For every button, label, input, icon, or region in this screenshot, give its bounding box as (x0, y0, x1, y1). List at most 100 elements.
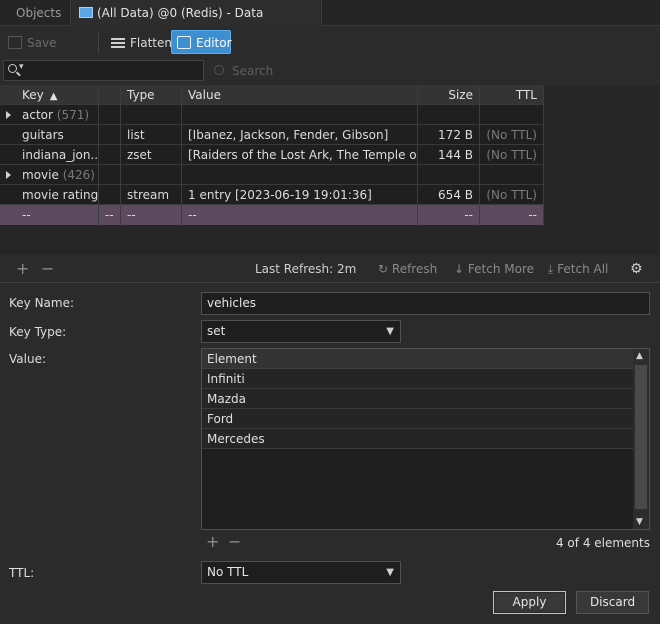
data-table: Key ▲ Type Value Size TTL actor (571) gui… (0, 85, 660, 255)
ttl-select[interactable]: No TTL ▼ (201, 561, 401, 584)
ttl-cell (480, 165, 544, 185)
fetch-all-button[interactable]: ⤓ Fetch All (548, 258, 608, 280)
chevron-down-icon[interactable]: ▼ (636, 517, 643, 527)
apply-button[interactable]: Apply (493, 591, 566, 614)
key-name-label: Key Name: (9, 296, 75, 310)
search-button[interactable]: Search (212, 62, 273, 80)
flatten-label: Flatten (130, 36, 172, 50)
ttl-label: TTL: (9, 566, 35, 580)
list-item[interactable]: Ford (202, 409, 633, 429)
table-row[interactable]: movie (426) (0, 165, 544, 185)
column-type[interactable]: Type (121, 85, 182, 105)
key-type-select[interactable]: set ▼ (201, 320, 401, 343)
ttl-value: No TTL (207, 565, 249, 579)
value-cell: [Ibanez, Jackson, Fender, Gibson] (182, 125, 418, 145)
value-label: Value: (9, 352, 46, 366)
element-column-header[interactable]: Element (202, 349, 633, 369)
fetch-more-button[interactable]: ↓ Fetch More (454, 258, 534, 280)
expand-arrow-icon[interactable] (6, 111, 11, 119)
save-profile-button[interactable]: Save Profile (2, 30, 94, 74)
spacer-cell (99, 125, 121, 145)
tab-data-label: (All Data) @0 (Redis) - Data (97, 6, 264, 20)
ttl-cell (480, 105, 544, 125)
table-row[interactable]: actor (571) (0, 105, 544, 125)
scrollbar-thumb[interactable] (635, 365, 647, 509)
value-cell: 1 entry [2023-06-19 19:01:36] (182, 185, 418, 205)
tab-data[interactable]: (All Data) @0 (Redis) - Data (70, 0, 322, 26)
column-size[interactable]: Size (418, 85, 480, 105)
spacer-cell: -- (99, 205, 121, 225)
type-cell: zset (121, 145, 182, 165)
element-count-text: 4 of 4 elements (555, 536, 650, 550)
list-item[interactable]: Infiniti (202, 369, 633, 389)
search-icon (8, 64, 17, 73)
panel-divider (0, 282, 660, 283)
key-cell: movie (426) (0, 165, 99, 185)
value-cell: -- (182, 205, 418, 225)
chevron-down-icon[interactable]: ▾ (19, 62, 24, 72)
ttl-cell: (No TTL) (480, 145, 544, 165)
list-item[interactable]: Mazda (202, 389, 633, 409)
remove-key-button[interactable]: − (41, 258, 54, 280)
table-row[interactable]: movie rating stream 1 entry [2023-06-19 … (0, 185, 544, 205)
size-cell (418, 105, 480, 125)
size-cell: -- (418, 205, 480, 225)
key-cell: actor (571) (0, 105, 99, 125)
type-cell (121, 165, 182, 185)
list-item[interactable]: Mercedes (202, 429, 633, 449)
flatten-button[interactable]: Flatten (105, 30, 172, 54)
spacer-cell (99, 145, 121, 165)
key-name: actor (22, 108, 53, 122)
toolbar: Save Profile Flatten Editor (0, 27, 660, 74)
type-cell: stream (121, 185, 182, 205)
tab-objects[interactable]: Objects (2, 0, 68, 26)
toolbar-divider (98, 33, 99, 53)
type-cell: list (121, 125, 182, 145)
type-cell: -- (121, 205, 182, 225)
sort-ascending-icon: ▲ (49, 91, 58, 102)
column-key[interactable]: Key ▲ (0, 85, 99, 105)
discard-button[interactable]: Discard (576, 591, 649, 614)
set-elements-list: Element Infiniti Mazda Ford Mercedes ▲ ▼ (201, 348, 650, 530)
arrow-down-icon: ↓ (454, 262, 465, 276)
key-count: (571) (56, 108, 90, 122)
key-name-field[interactable]: vehicles (201, 292, 650, 315)
chevron-down-icon: ▼ (386, 326, 394, 337)
edit-icon (177, 36, 191, 49)
size-cell: 654 B (418, 185, 480, 205)
key-cell: guitars (0, 125, 99, 145)
table-row[interactable]: guitars list [Ibanez, Jackson, Fender, G… (0, 125, 544, 145)
search-label: Search (232, 64, 274, 78)
gear-icon[interactable]: ⚙ (630, 258, 643, 280)
refresh-button[interactable]: ↻ Refresh (378, 258, 437, 280)
table-footer: + − Last Refresh: 2m ↻ Refresh ↓ Fetch M… (0, 258, 660, 280)
ttl-cell: -- (480, 205, 544, 225)
spacer-cell (99, 185, 121, 205)
expand-arrow-icon[interactable] (6, 171, 11, 179)
column-ttl[interactable]: TTL (480, 85, 544, 105)
column-value[interactable]: Value (182, 85, 418, 105)
value-cell: [Raiders of the Lost Ark, The Temple of … (182, 145, 418, 165)
fetch-more-label: Fetch More (467, 262, 534, 276)
add-key-button[interactable]: + (16, 258, 29, 280)
ttl-cell: (No TTL) (480, 125, 544, 145)
save-icon (8, 36, 22, 49)
spacer-cell (99, 165, 121, 185)
remove-element-button[interactable]: − (228, 532, 241, 551)
chevron-up-icon[interactable]: ▲ (636, 351, 643, 361)
size-cell: 144 B (418, 145, 480, 165)
scrollbar[interactable]: ▲ ▼ (633, 349, 649, 529)
key-type-value: set (207, 324, 226, 338)
table-row[interactable]: indiana_jon... zset [Raiders of the Lost… (0, 145, 544, 165)
last-refresh-text: Last Refresh: 2m (255, 262, 357, 276)
key-cell: -- (0, 205, 99, 225)
chevron-down-icon: ▼ (386, 567, 394, 578)
editor-toggle-button[interactable]: Editor (171, 30, 232, 54)
filter-input[interactable]: ▾ (3, 60, 204, 81)
key-type-label: Key Type: (9, 325, 67, 339)
add-element-button[interactable]: + (206, 532, 219, 551)
type-cell (121, 105, 182, 125)
table-row-selected[interactable]: -- -- -- -- -- -- (0, 205, 544, 225)
refresh-label: Refresh (391, 262, 438, 276)
key-count: (426) (62, 168, 95, 182)
